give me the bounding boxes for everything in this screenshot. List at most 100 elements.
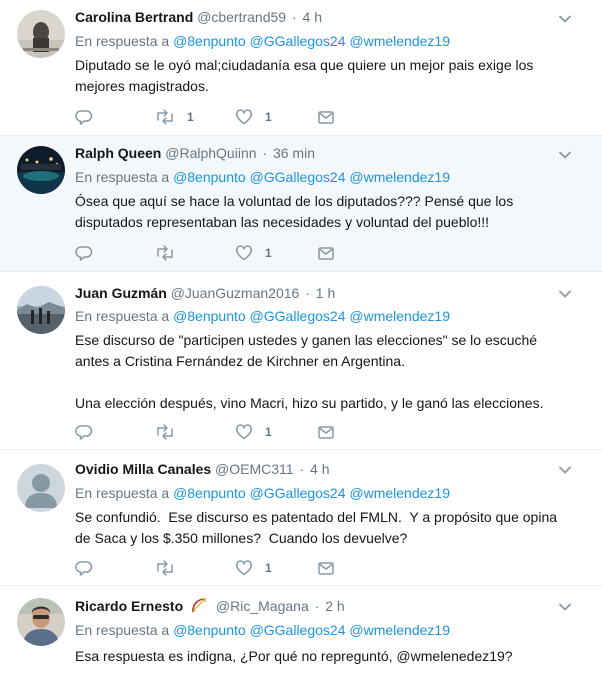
like-count: 1 (265, 246, 272, 260)
reply-button[interactable] (75, 559, 105, 577)
like-icon (236, 424, 252, 440)
mention-link[interactable]: @8enpunto (173, 308, 246, 324)
display-name[interactable]: Ricardo Ernesto (75, 598, 183, 614)
retweet-icon (157, 109, 173, 125)
chevron-down-icon[interactable] (558, 600, 572, 614)
mention-link[interactable]: @wmelendez19 (349, 169, 450, 185)
avatar[interactable] (17, 464, 65, 512)
direct-message-button[interactable] (317, 244, 335, 262)
mention-link[interactable]: @GGallegos24 (250, 622, 346, 638)
dm-icon (318, 562, 334, 575)
display-name[interactable]: Ralph Queen (75, 145, 161, 161)
reply-prefix: En respuesta a (75, 169, 170, 185)
separator-dot: · (305, 285, 310, 301)
direct-message-button[interactable] (317, 423, 335, 441)
tweet-text: Diputado se le oyó mal;ciudadanía esa qu… (75, 57, 534, 94)
user-handle[interactable]: @OEMC311 (215, 461, 294, 477)
dm-icon (318, 111, 334, 124)
tweet-item[interactable]: Ralph Queen @RalphQuiinn · 36 min En res… (0, 136, 602, 272)
mention-link[interactable]: @GGallegos24 (250, 308, 346, 324)
mention-link[interactable]: @8enpunto (173, 33, 246, 49)
chevron-down-icon[interactable] (558, 12, 572, 26)
timestamp[interactable]: 36 min (273, 145, 315, 161)
tweet-text: Ósea que aquí se hace la voluntad de los… (75, 193, 514, 230)
reply-context: En respuesta a @8enpunto @GGallegos24 @w… (75, 32, 450, 51)
mention-link[interactable]: @wmelendez19 (349, 33, 450, 49)
like-button[interactable]: 1 (235, 423, 272, 441)
avatar[interactable] (17, 286, 65, 334)
avatar[interactable] (17, 146, 65, 194)
mention-link[interactable]: @GGallegos24 (250, 485, 346, 501)
reply-button[interactable] (75, 423, 105, 441)
like-icon (236, 560, 252, 576)
mention-link[interactable]: @8enpunto (173, 485, 246, 501)
chevron-down-icon[interactable] (558, 463, 572, 477)
reply-context: En respuesta a @8enpunto @GGallegos24 @w… (75, 484, 450, 503)
timestamp[interactable]: 4 h (303, 9, 322, 25)
avatar[interactable] (17, 598, 65, 646)
like-button[interactable]: 1 (235, 244, 272, 262)
retweet-button[interactable] (155, 559, 187, 577)
reply-icon (75, 425, 93, 440)
tweet-text: Ese discurso de "participen ustedes y ga… (75, 332, 544, 411)
bow-arrow-badge-icon (191, 598, 206, 613)
display-name[interactable]: Juan Guzmán (75, 285, 167, 301)
like-icon (236, 245, 252, 261)
reply-button[interactable] (75, 244, 105, 262)
reply-prefix: En respuesta a (75, 622, 170, 638)
timestamp[interactable]: 4 h (310, 461, 329, 477)
separator-dot: · (314, 598, 320, 614)
mention-link[interactable]: @GGallegos24 (250, 169, 346, 185)
mention-link[interactable]: @wmelendez19 (349, 622, 450, 638)
user-handle[interactable]: @JuanGuzman2016 (171, 285, 300, 301)
reply-icon (75, 246, 93, 261)
user-handle[interactable]: @Ric_Magana (216, 598, 309, 614)
reply-icon (75, 110, 93, 125)
tweet-text: Se confundió. Ese discurso es patentado … (75, 509, 558, 546)
tweet-header: Juan Guzmán @JuanGuzman2016 · 1 h (75, 284, 335, 303)
chevron-down-icon[interactable] (558, 287, 572, 301)
direct-message-button[interactable] (317, 559, 335, 577)
reply-context: En respuesta a @8enpunto @GGallegos24 @w… (75, 621, 450, 640)
reply-icon (75, 561, 93, 576)
dm-icon (318, 247, 334, 260)
display-name[interactable]: Carolina Bertrand (75, 9, 193, 25)
tweet-header: Carolina Bertrand @cbertrand59 · 4 h (75, 8, 322, 27)
like-icon (236, 109, 252, 125)
tweet-item[interactable]: Ricardo Ernesto @Ric_Magana · 2 h En res… (0, 586, 602, 678)
retweet-button[interactable] (155, 244, 187, 262)
timestamp[interactable]: 1 h (316, 285, 335, 301)
tweet-item[interactable]: Ovidio Milla Canales @OEMC311 · 4 h En r… (0, 450, 602, 586)
retweet-icon (157, 560, 173, 576)
tweet-actions: 1 (75, 423, 355, 443)
tweet-item[interactable]: Carolina Bertrand @cbertrand59 · 4 h En … (0, 0, 602, 136)
display-name[interactable]: Ovidio Milla Canales (75, 461, 211, 477)
reply-context: En respuesta a @8enpunto @GGallegos24 @w… (75, 307, 450, 326)
direct-message-button[interactable] (317, 108, 335, 126)
separator-dot: · (299, 461, 305, 477)
like-count: 1 (265, 110, 272, 124)
mention-link[interactable]: @GGallegos24 (250, 33, 346, 49)
retweet-button[interactable] (155, 423, 187, 441)
retweet-button[interactable]: 1 (155, 108, 194, 126)
like-count: 1 (265, 425, 272, 439)
tweet-text: Esa respuesta es indigna, ¿Por qué no re… (75, 648, 513, 664)
mention-link[interactable]: @8enpunto (173, 622, 246, 638)
tweet-item[interactable]: Juan Guzmán @JuanGuzman2016 · 1 h En res… (0, 272, 602, 450)
tweet-header: Ralph Queen @RalphQuiinn · 36 min (75, 144, 315, 163)
chevron-down-icon[interactable] (558, 148, 572, 162)
retweet-icon (157, 245, 173, 261)
reply-prefix: En respuesta a (75, 33, 170, 49)
mention-link[interactable]: @wmelendez19 (349, 485, 450, 501)
user-handle[interactable]: @RalphQuiinn (165, 145, 256, 161)
retweet-count: 1 (187, 110, 194, 124)
reply-button[interactable] (75, 108, 105, 126)
mention-link[interactable]: @8enpunto (173, 169, 246, 185)
user-handle[interactable]: @cbertrand59 (197, 9, 286, 25)
timestamp[interactable]: 2 h (325, 598, 344, 614)
retweet-icon (157, 424, 173, 440)
like-button[interactable]: 1 (235, 559, 272, 577)
like-button[interactable]: 1 (235, 108, 272, 126)
avatar[interactable] (17, 10, 65, 58)
mention-link[interactable]: @wmelendez19 (349, 308, 450, 324)
